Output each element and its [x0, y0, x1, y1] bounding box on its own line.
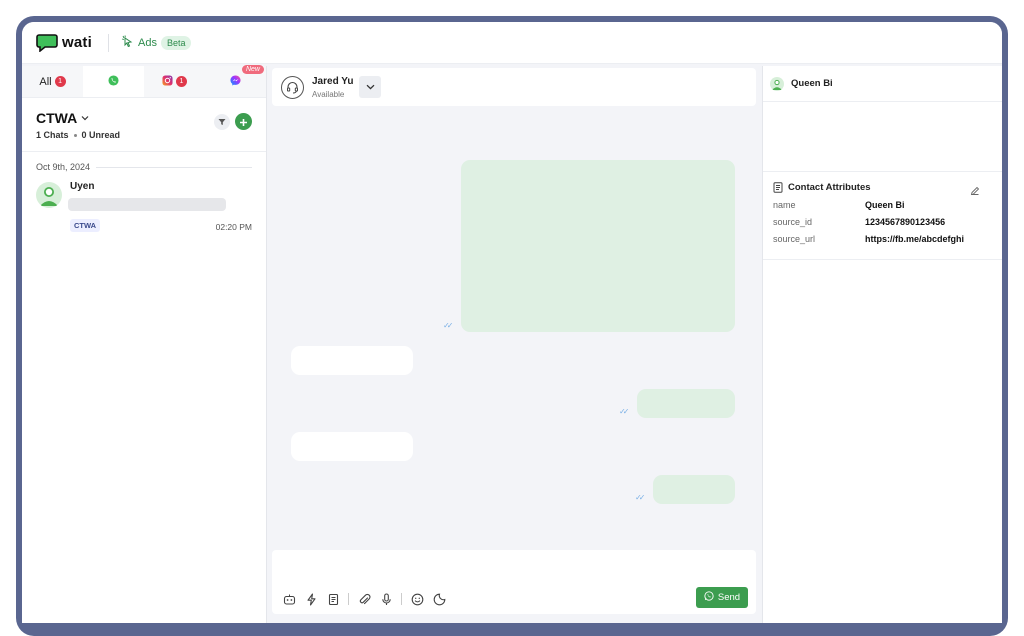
tab-instagram[interactable]: 1 [144, 66, 205, 97]
attribute-row: source_id 1234567890123456 [773, 217, 992, 227]
channel-tabs: All 1 1 New [22, 65, 266, 98]
attribute-value: Queen Bi [865, 200, 905, 210]
attribute-value: https://fb.me/abcdefghi [865, 234, 964, 244]
emoji-icon[interactable] [410, 592, 424, 606]
double-check-icon: ✓✓ [619, 407, 630, 416]
avatar [770, 76, 784, 91]
attribute-key: source_id [773, 217, 813, 227]
attribute-key: source_url [773, 234, 816, 244]
headset-icon [281, 76, 304, 99]
ads-nav-link[interactable]: Ads Beta [121, 35, 192, 50]
template-icon[interactable] [326, 592, 340, 606]
lightning-icon[interactable] [304, 592, 318, 606]
tab-messenger[interactable]: New [205, 65, 266, 97]
send-label: Send [717, 592, 741, 603]
date-separator: Oct 9th, 2024 [22, 152, 266, 172]
beta-badge: Beta [160, 35, 192, 50]
contact-panel: Queen Bi Contact Attributes name Queen B… [762, 66, 1002, 623]
paperclip-icon[interactable] [357, 592, 371, 606]
composer-toolbar [282, 592, 454, 606]
document-icon [773, 182, 783, 193]
conversation-header: Jared Yu Available [272, 68, 756, 106]
attribute-value: 1234567890123456 [865, 217, 946, 227]
inbox-title: CTWA [36, 110, 78, 126]
new-badge: New [241, 65, 264, 74]
whatsapp-icon [108, 74, 119, 89]
pencil-icon[interactable] [970, 183, 980, 201]
messenger-icon [230, 74, 241, 89]
agent-name: Jared Yu [312, 76, 354, 87]
contact-name: Queen Bi [791, 78, 833, 89]
bot-icon[interactable] [282, 592, 296, 606]
chevron-down-icon [81, 113, 89, 123]
add-chat-button[interactable] [235, 113, 252, 130]
chat-preview-placeholder [68, 198, 226, 211]
nav-divider [107, 33, 109, 52]
inbox-header: CTWA 1 Chats 0 Unread [22, 98, 266, 152]
chat-time: 02:20 PM [215, 222, 252, 232]
incoming-message[interactable] [291, 346, 413, 375]
top-nav: wati Ads Beta [22, 22, 1002, 64]
attribute-row: source_url https://fb.me/abcdefghi [773, 234, 992, 244]
date-label: Oct 9th, 2024 [36, 162, 91, 172]
sticker-icon[interactable] [432, 592, 446, 606]
date-line [96, 166, 252, 168]
brand-logo[interactable]: wati [36, 33, 92, 53]
conversation-panel: Jared Yu Available ✓✓ ✓✓ ✓✓ Send [270, 66, 760, 623]
toolbar-divider [401, 593, 402, 605]
agent-dropdown-button[interactable] [359, 76, 381, 98]
whatsapp-icon [704, 591, 714, 604]
contact-header: Queen Bi [763, 66, 1002, 102]
cursor-click-icon [121, 35, 133, 50]
outgoing-message[interactable] [461, 160, 735, 332]
chat-contact-name: Uyen [70, 181, 95, 192]
avatar [36, 182, 62, 208]
agent-status: Available [312, 90, 345, 99]
instagram-icon [162, 74, 173, 89]
message-composer[interactable]: Send [272, 550, 756, 614]
tab-instagram-count: 1 [176, 76, 187, 87]
tab-whatsapp[interactable] [83, 66, 144, 97]
contact-attributes-header: Contact Attributes [773, 182, 992, 193]
chat-list-item[interactable]: Uyen CTWA 02:20 PM [22, 172, 266, 232]
unread-count: 0 Unread [81, 130, 121, 140]
double-check-icon: ✓✓ [443, 321, 454, 330]
filter-button[interactable] [214, 114, 230, 130]
send-button[interactable]: Send [696, 587, 748, 608]
tab-all-label: All [39, 75, 52, 88]
contact-summary-area [763, 102, 1002, 172]
contact-attributes-section: Contact Attributes name Queen Bi source_… [763, 172, 1002, 260]
contact-attributes-title: Contact Attributes [788, 182, 871, 193]
chevron-down-icon [366, 82, 375, 92]
ads-label: Ads [137, 36, 157, 49]
outgoing-message[interactable] [637, 389, 735, 418]
app-window: wati Ads Beta All 1 1 New CTWA 1 Chats 0… [22, 22, 1002, 623]
separator-dot [73, 133, 77, 137]
tab-all-count: 1 [54, 76, 66, 87]
inbox-panel: All 1 1 New CTWA 1 Chats 0 Unread Oct 9t… [22, 65, 267, 623]
inbox-stats: 1 Chats 0 Unread [36, 130, 252, 140]
outgoing-message[interactable] [653, 475, 735, 504]
plus-icon [239, 115, 248, 129]
filter-icon [218, 113, 226, 131]
toolbar-divider [348, 593, 349, 605]
attribute-key: name [773, 200, 796, 210]
chat-tag: CTWA [70, 219, 101, 232]
tab-all[interactable]: All 1 [22, 66, 83, 97]
double-check-icon: ✓✓ [635, 493, 646, 502]
microphone-icon[interactable] [379, 592, 393, 606]
attribute-row: name Queen Bi [773, 200, 992, 210]
brand-name: wati [62, 34, 92, 51]
chat-bubble-icon [36, 33, 58, 53]
chats-count: 1 Chats [36, 130, 69, 140]
incoming-message[interactable] [291, 432, 413, 461]
